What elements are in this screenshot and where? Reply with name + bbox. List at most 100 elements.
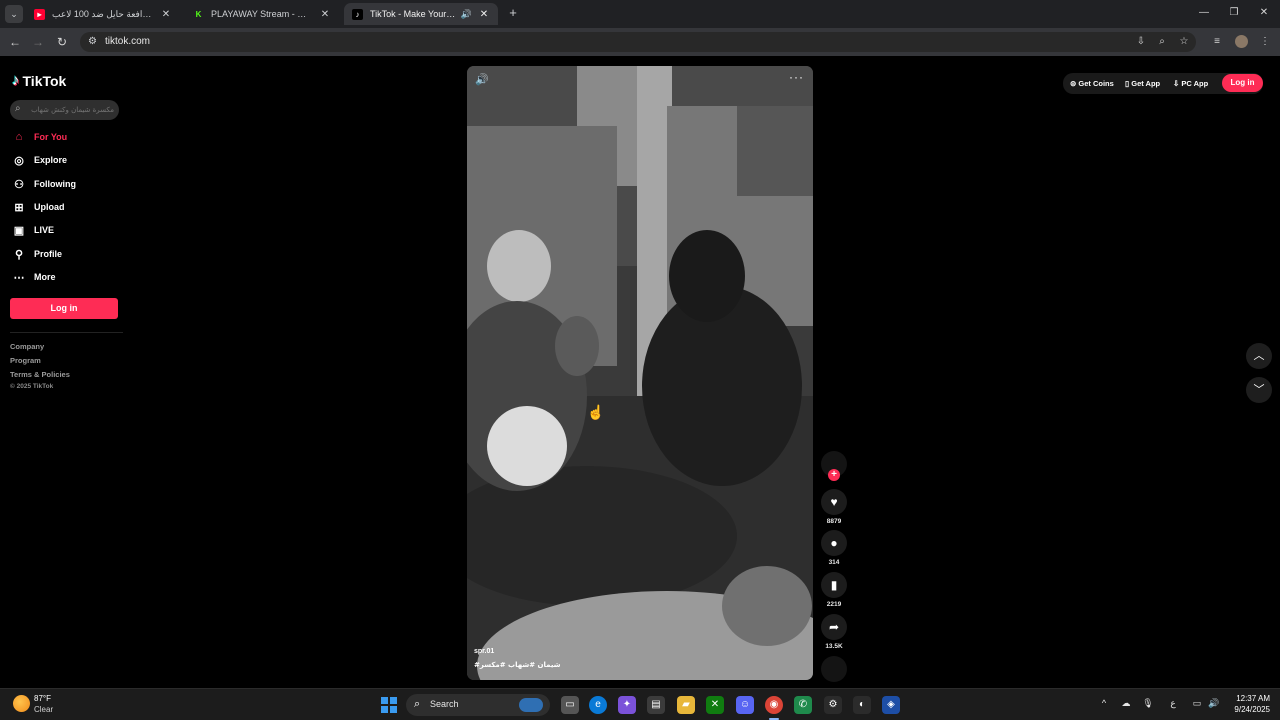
whatsapp-icon[interactable]: ✆ — [794, 696, 812, 714]
previous-video-button[interactable]: ︿ — [1246, 343, 1272, 369]
weather-condition[interactable]: Clear — [34, 705, 53, 714]
nav-upload[interactable]: ⊞ Upload — [12, 198, 65, 216]
browser-menu-icon[interactable]: ⋮ — [1257, 34, 1273, 50]
kick-icon: K — [193, 8, 204, 20]
microphone-icon[interactable]: 🎙 — [1141, 698, 1155, 709]
profile-icon: ⚲ — [14, 248, 24, 261]
more-options-icon[interactable]: ··· — [789, 70, 804, 84]
weather-moon-icon[interactable] — [13, 695, 30, 712]
forward-button[interactable]: → — [30, 34, 46, 50]
store-icon[interactable]: ▤ — [647, 696, 665, 714]
zoom-icon[interactable]: ⌕ — [1154, 34, 1170, 50]
media-controls-icon[interactable]: ≡ — [1209, 34, 1225, 50]
clock-time[interactable]: 12:37 AM — [1226, 694, 1270, 703]
install-app-icon[interactable]: ⇩ — [1133, 34, 1149, 50]
nav-more[interactable]: ⋯ More — [12, 268, 56, 286]
site-info-icon[interactable]: ⚙ — [88, 36, 97, 47]
chrome-icon[interactable]: ◉ — [765, 696, 783, 714]
nav-profile[interactable]: ⚲ Profile — [12, 245, 62, 263]
nav-label: Following — [34, 179, 76, 189]
home-icon: ⌂ — [15, 131, 23, 143]
close-tab-icon[interactable]: ✕ — [319, 9, 331, 20]
browser-toolbar: ← → ↻ ⚙ tiktok.com ⇩ ⌕ ☆ ≡ ⋮ — [0, 28, 1280, 56]
windows-start-icon[interactable] — [381, 697, 397, 713]
show-hidden-icons[interactable]: ^ — [1097, 698, 1111, 708]
address-bar[interactable]: ⚙ tiktok.com — [80, 32, 1196, 52]
bookmark-icon: ▮ — [830, 578, 838, 592]
back-button[interactable]: ← — [7, 34, 23, 50]
save-button[interactable]: ▮ — [821, 572, 847, 598]
footer-link-company[interactable]: Company — [10, 342, 44, 351]
close-tab-icon[interactable]: ✕ — [478, 9, 490, 20]
tab-title: PLAYAWAY Stream - Watch Live — [211, 9, 313, 19]
settings-gear-icon[interactable]: ⚙ — [824, 696, 842, 714]
browser-tab-strip: ⌄ ▸ تحدي رافعة حايل ضد 100 لاعب : ✕ K PL… — [0, 0, 1280, 28]
reload-button[interactable]: ↻ — [54, 34, 70, 50]
upload-icon: ⊞ — [14, 201, 24, 214]
heart-icon: ♥ — [830, 495, 838, 509]
close-window-button[interactable]: ✕ — [1257, 7, 1271, 18]
tab-youtube[interactable]: ▸ تحدي رافعة حايل ضد 100 لاعب : ✕ — [26, 3, 180, 25]
tab-search-button[interactable]: ⌄ — [5, 5, 23, 23]
nav-label: Profile — [34, 249, 63, 259]
nav-for-you[interactable]: ⌂ For You — [12, 128, 68, 146]
file-explorer-icon[interactable]: ▰ — [677, 696, 695, 714]
maximize-button[interactable]: ❐ — [1227, 7, 1241, 18]
language-indicator[interactable]: ع — [1166, 698, 1180, 709]
get-app-link[interactable]: ▯ Get App — [1125, 79, 1160, 88]
onedrive-cloud-icon[interactable]: ☁ — [1119, 698, 1133, 709]
new-tab-button[interactable]: + — [506, 6, 520, 20]
following-icon: ⚇ — [14, 178, 24, 191]
edge-icon[interactable]: e — [589, 696, 607, 714]
discord-icon[interactable]: ☺ — [736, 696, 754, 714]
tab-tiktok[interactable]: ♪ TikTok - Make Your Day 🔊 ✕ — [344, 3, 498, 25]
comment-button[interactable]: ● — [821, 530, 847, 556]
nav-label: Upload — [34, 202, 65, 212]
comment-icon: ● — [830, 536, 838, 550]
tiktok-logo[interactable]: ♪ TikTok — [12, 72, 66, 89]
chevron-down-icon: ﹀ — [1253, 384, 1265, 396]
bookmark-star-icon[interactable]: ☆ — [1176, 34, 1192, 50]
audio-playing-icon[interactable]: 🔊 — [461, 9, 472, 20]
like-button[interactable]: ♥ — [821, 489, 847, 515]
xbox-icon[interactable]: ✕ — [706, 696, 724, 714]
sidebar-login-button[interactable]: Log in — [10, 298, 118, 319]
video-author[interactable]: spr.01 — [474, 648, 494, 655]
tab-title: TikTok - Make Your Day — [370, 9, 457, 19]
follow-plus-icon[interactable]: + — [828, 469, 840, 481]
top-login-button[interactable]: Log in — [1222, 74, 1263, 92]
volume-icon[interactable]: 🔊 — [475, 73, 489, 86]
windows-taskbar: 87°F Clear ⌕ Search ▭ e ✦ ▤ ▰ ✕ ☺ ◉ ✆ ⚙ … — [0, 688, 1280, 720]
tab-kick[interactable]: K PLAYAWAY Stream - Watch Live ✕ — [185, 3, 339, 25]
search-box[interactable]: ⌕ — [10, 100, 119, 120]
close-tab-icon[interactable]: ✕ — [160, 9, 172, 20]
share-button[interactable]: ➦ — [821, 614, 847, 640]
nav-live[interactable]: ▣ LIVE — [12, 221, 54, 239]
clock-date[interactable]: 9/24/2025 — [1216, 705, 1270, 714]
taskbar-search[interactable]: ⌕ Search — [406, 694, 550, 716]
profile-avatar[interactable] — [1235, 35, 1248, 48]
nav-following[interactable]: ⚇ Following — [12, 175, 76, 193]
weather-temperature[interactable]: 87°F — [34, 694, 51, 703]
task-view-icon[interactable]: ▭ — [561, 696, 579, 714]
steam-icon[interactable]: ◐ — [853, 696, 871, 714]
get-coins-link[interactable]: ⊜ Get Coins — [1070, 79, 1114, 88]
next-video-button[interactable]: ﹀ — [1246, 377, 1272, 403]
video-player[interactable]: 🔊 ··· spr.01 #شيمان #شهاب #مكسر — [467, 66, 813, 680]
pc-app-link[interactable]: ⇩ PC App — [1173, 79, 1208, 88]
url-text[interactable]: tiktok.com — [105, 36, 150, 47]
nav-explore[interactable]: ◎ Explore — [12, 151, 67, 169]
vpn-shield-icon[interactable]: ◈ — [882, 696, 900, 714]
video-hashtags[interactable]: #شيمان #شهاب #مكسر — [474, 661, 561, 669]
search-label: Search — [430, 699, 459, 709]
compass-icon: ◎ — [14, 154, 24, 167]
tiktok-icon: ♪ — [352, 8, 363, 20]
music-disc-icon[interactable] — [821, 656, 847, 682]
footer-link-program[interactable]: Program — [10, 356, 41, 365]
network-icon[interactable]: ▭ — [1190, 698, 1204, 709]
copilot-icon[interactable]: ✦ — [618, 696, 636, 714]
search-input[interactable] — [28, 103, 114, 117]
footer-link-terms[interactable]: Terms & Policies — [10, 370, 70, 379]
search-icon: ⌕ — [15, 103, 21, 114]
minimize-button[interactable]: — — [1197, 7, 1211, 18]
